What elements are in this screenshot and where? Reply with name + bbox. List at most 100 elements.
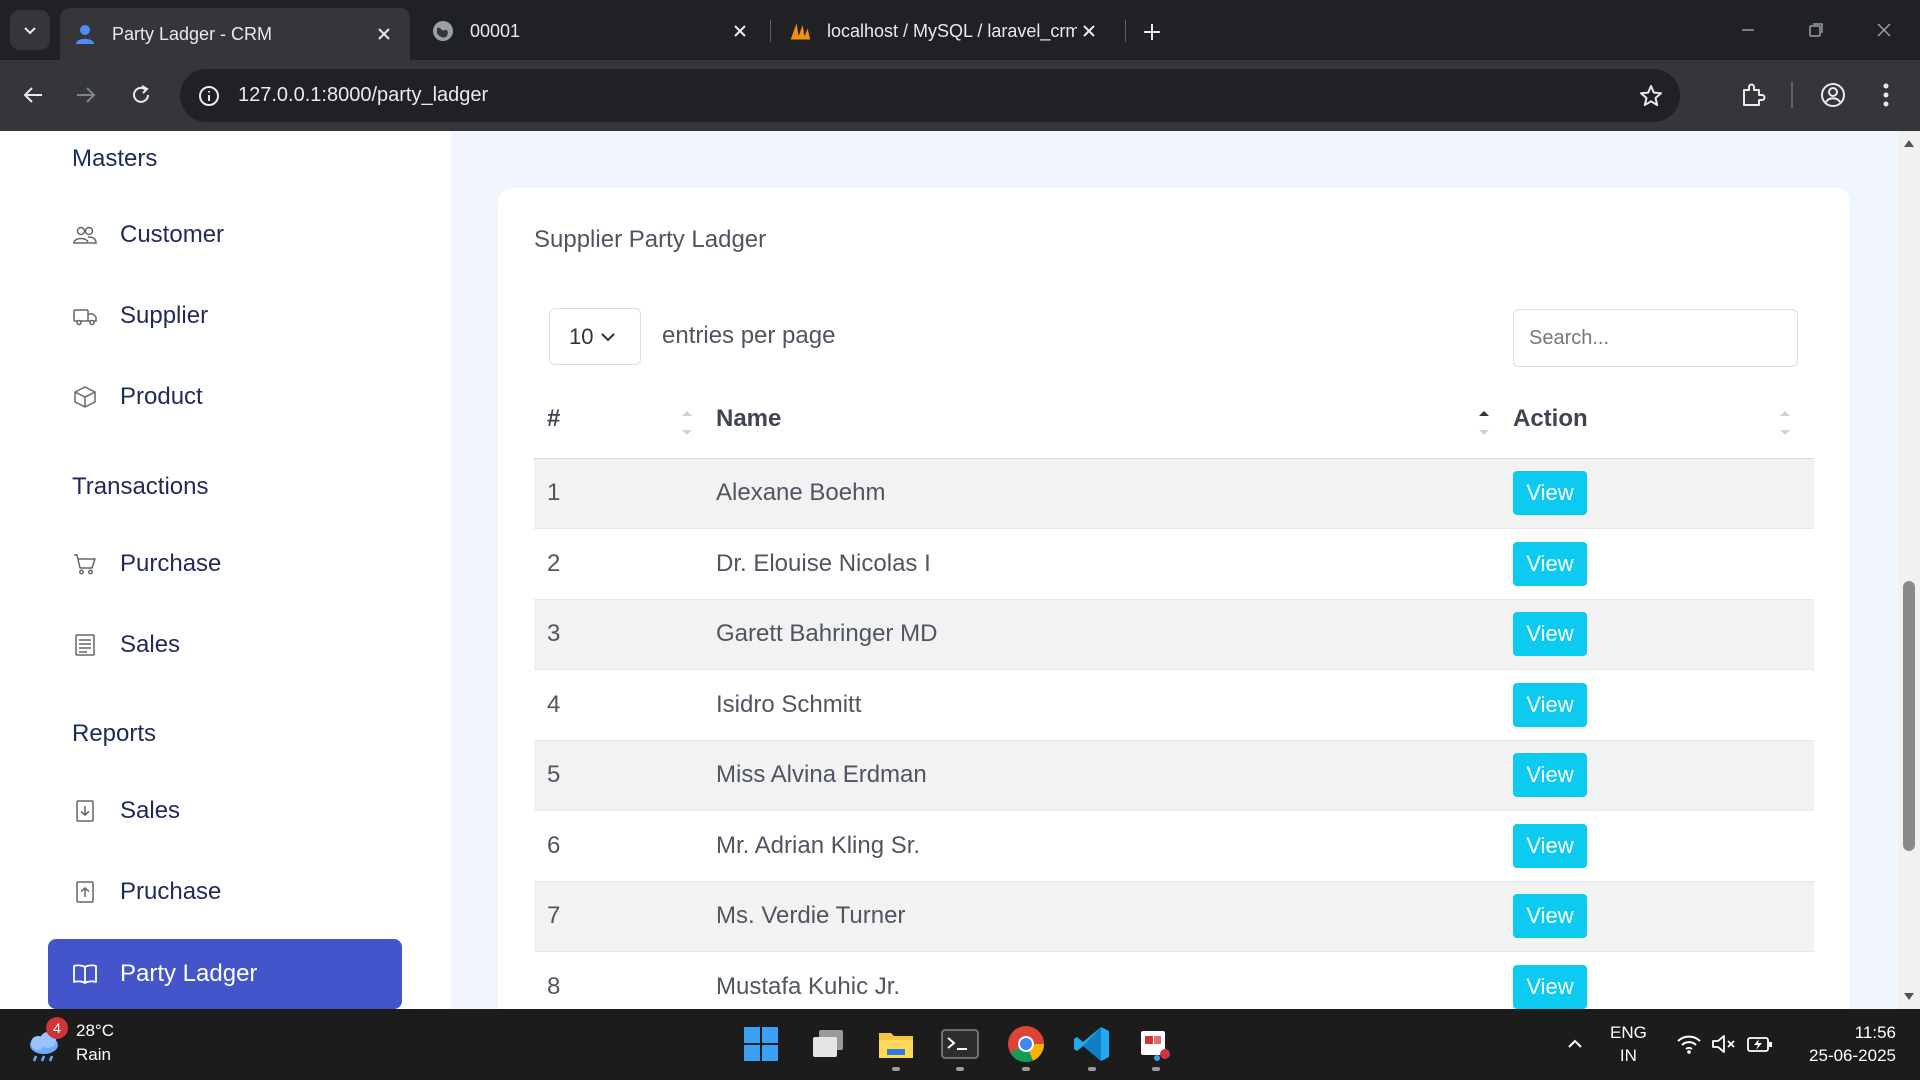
sort-icon (682, 411, 692, 435)
tab-search-button[interactable] (10, 10, 50, 50)
cart-icon (72, 551, 98, 577)
folder-icon (879, 1033, 913, 1058)
column-header-name[interactable]: Name (716, 380, 1513, 459)
restore-button[interactable] (1788, 8, 1844, 52)
volume-muted-icon (1712, 1035, 1735, 1053)
search-input[interactable] (1513, 309, 1798, 367)
row-number: 2 (534, 528, 716, 600)
tab-separator (1125, 20, 1126, 42)
book-icon (72, 961, 98, 987)
close-tab-icon[interactable] (728, 19, 752, 43)
tab-00001[interactable]: 00001 (418, 8, 766, 54)
ledger-card: Supplier Party Ladger 10 entries per pag… (498, 188, 1850, 1009)
address-bar[interactable]: 127.0.0.1:8000/party_ladger (180, 69, 1680, 122)
row-number: 5 (534, 740, 716, 811)
system-clock[interactable]: 11:56 25-06-2025 (1809, 1021, 1896, 1067)
tab-title: localhost / MySQL / laravel_crm (827, 20, 1077, 41)
browser-menu-button[interactable] (1866, 75, 1906, 115)
reload-icon (133, 85, 149, 103)
sidebar-item-sales[interactable]: Sales (48, 610, 402, 680)
back-button[interactable] (13, 75, 53, 115)
row-number: 3 (534, 599, 716, 670)
close-window-button[interactable] (1856, 8, 1912, 52)
sidebar-item-purchase-report[interactable]: Pruchase (48, 857, 402, 927)
site-info-icon[interactable] (194, 81, 224, 111)
chevron-up-icon (1568, 1039, 1582, 1048)
close-tab-icon[interactable] (372, 22, 396, 46)
table-row: 1 Alexane Boehm View (534, 458, 1814, 529)
clock-time: 11:56 (1854, 1023, 1896, 1042)
windows-taskbar: 4 28°C Rain ENG IN 11:56 25-06-2025 (0, 1009, 1920, 1080)
view-button[interactable]: View (1513, 612, 1587, 657)
start-button[interactable] (736, 1019, 786, 1069)
column-header-number[interactable]: # (534, 380, 716, 459)
view-button[interactable]: View (1513, 823, 1587, 868)
sidebar-item-label: Customer (120, 221, 225, 248)
row-number: 4 (534, 669, 716, 741)
users-icon (72, 222, 98, 248)
scroll-thumb[interactable] (1903, 581, 1915, 851)
vscode-icon (1074, 1027, 1109, 1061)
file-explorer-button[interactable] (871, 1019, 921, 1071)
table-row: 2 Dr. Elouise Nicolas I View (534, 528, 1814, 600)
entries-per-page-select[interactable]: 10 (549, 308, 641, 365)
sidebar-item-label: Purchase (120, 550, 222, 577)
sidebar-item-customer[interactable]: Customer (48, 200, 402, 270)
view-button[interactable]: View (1513, 471, 1587, 516)
sidebar-item-product[interactable]: Product (48, 362, 402, 432)
view-button[interactable]: View (1513, 753, 1587, 798)
column-header-label: Name (716, 404, 782, 432)
battery-button[interactable] (1735, 1019, 1785, 1069)
column-header-action[interactable]: Action (1513, 380, 1814, 459)
clock-date: 25-06-2025 (1809, 1046, 1896, 1065)
view-button[interactable]: View (1513, 682, 1587, 727)
tab-title: Party Ladger - CRM (112, 23, 273, 44)
minimize-icon (1742, 29, 1754, 31)
browser-toolbar: 127.0.0.1:8000/party_ladger (0, 60, 1920, 131)
close-tab-icon[interactable] (1077, 19, 1101, 43)
running-indicator (1022, 1067, 1030, 1071)
browser-tab-bar: Party Ladger - CRM 00001 localhost / MyS… (0, 0, 1920, 60)
terminal-icon (941, 1029, 979, 1059)
view-button[interactable]: View (1513, 964, 1587, 1009)
chevron-down-icon (24, 27, 36, 35)
page-scrollbar[interactable] (1898, 131, 1920, 1009)
scroll-up-icon[interactable] (1903, 137, 1915, 149)
snipping-tool-button[interactable] (1131, 1019, 1181, 1071)
language-code: ENG (1610, 1023, 1647, 1042)
language-indicator[interactable]: ENG IN (1610, 1021, 1647, 1067)
sidebar-item-purchase[interactable]: Purchase (48, 529, 402, 599)
minimize-button[interactable] (1720, 8, 1776, 52)
terminal-button[interactable] (935, 1019, 985, 1071)
sidebar-item-label: Sales (120, 631, 181, 658)
scroll-down-icon[interactable] (1903, 991, 1915, 1003)
reload-button[interactable] (121, 75, 161, 115)
show-hidden-icons-button[interactable] (1550, 1019, 1600, 1069)
weather-badge: 4 (46, 1017, 68, 1039)
tab-party-ladger[interactable]: Party Ladger - CRM (60, 8, 410, 60)
chrome-button[interactable] (1001, 1019, 1051, 1071)
new-tab-button[interactable] (1134, 14, 1170, 50)
view-button[interactable]: View (1513, 894, 1587, 939)
view-button[interactable]: View (1513, 541, 1587, 586)
task-view-button[interactable] (804, 1019, 854, 1069)
battery-charging-icon (1747, 1037, 1772, 1052)
sidebar-item-sales-report[interactable]: Sales (48, 776, 402, 846)
sidebar-item-party-ladger[interactable]: Party Ladger (48, 939, 402, 1009)
weather-widget[interactable]: 4 28°C Rain (24, 1017, 114, 1067)
profile-button[interactable] (1813, 75, 1853, 115)
phpmyadmin-sail-icon (789, 20, 811, 42)
receipt-icon (72, 632, 98, 658)
bookmark-star-icon[interactable] (1636, 81, 1666, 111)
box-icon (72, 384, 98, 410)
region-code: IN (1619, 1046, 1637, 1065)
entries-per-page-value: 10 (569, 323, 594, 349)
vscode-button[interactable] (1067, 1019, 1117, 1071)
row-name: Mustafa Kuhic Jr. (716, 951, 1513, 1009)
sidebar-item-supplier[interactable]: Supplier (48, 281, 402, 351)
table-row: 6 Mr. Adrian Kling Sr. View (534, 810, 1814, 882)
tab-phpmyadmin[interactable]: localhost / MySQL / laravel_crm (775, 8, 1115, 54)
extensions-button[interactable] (1733, 75, 1773, 115)
running-indicator (1088, 1067, 1096, 1071)
forward-button[interactable] (66, 75, 106, 115)
